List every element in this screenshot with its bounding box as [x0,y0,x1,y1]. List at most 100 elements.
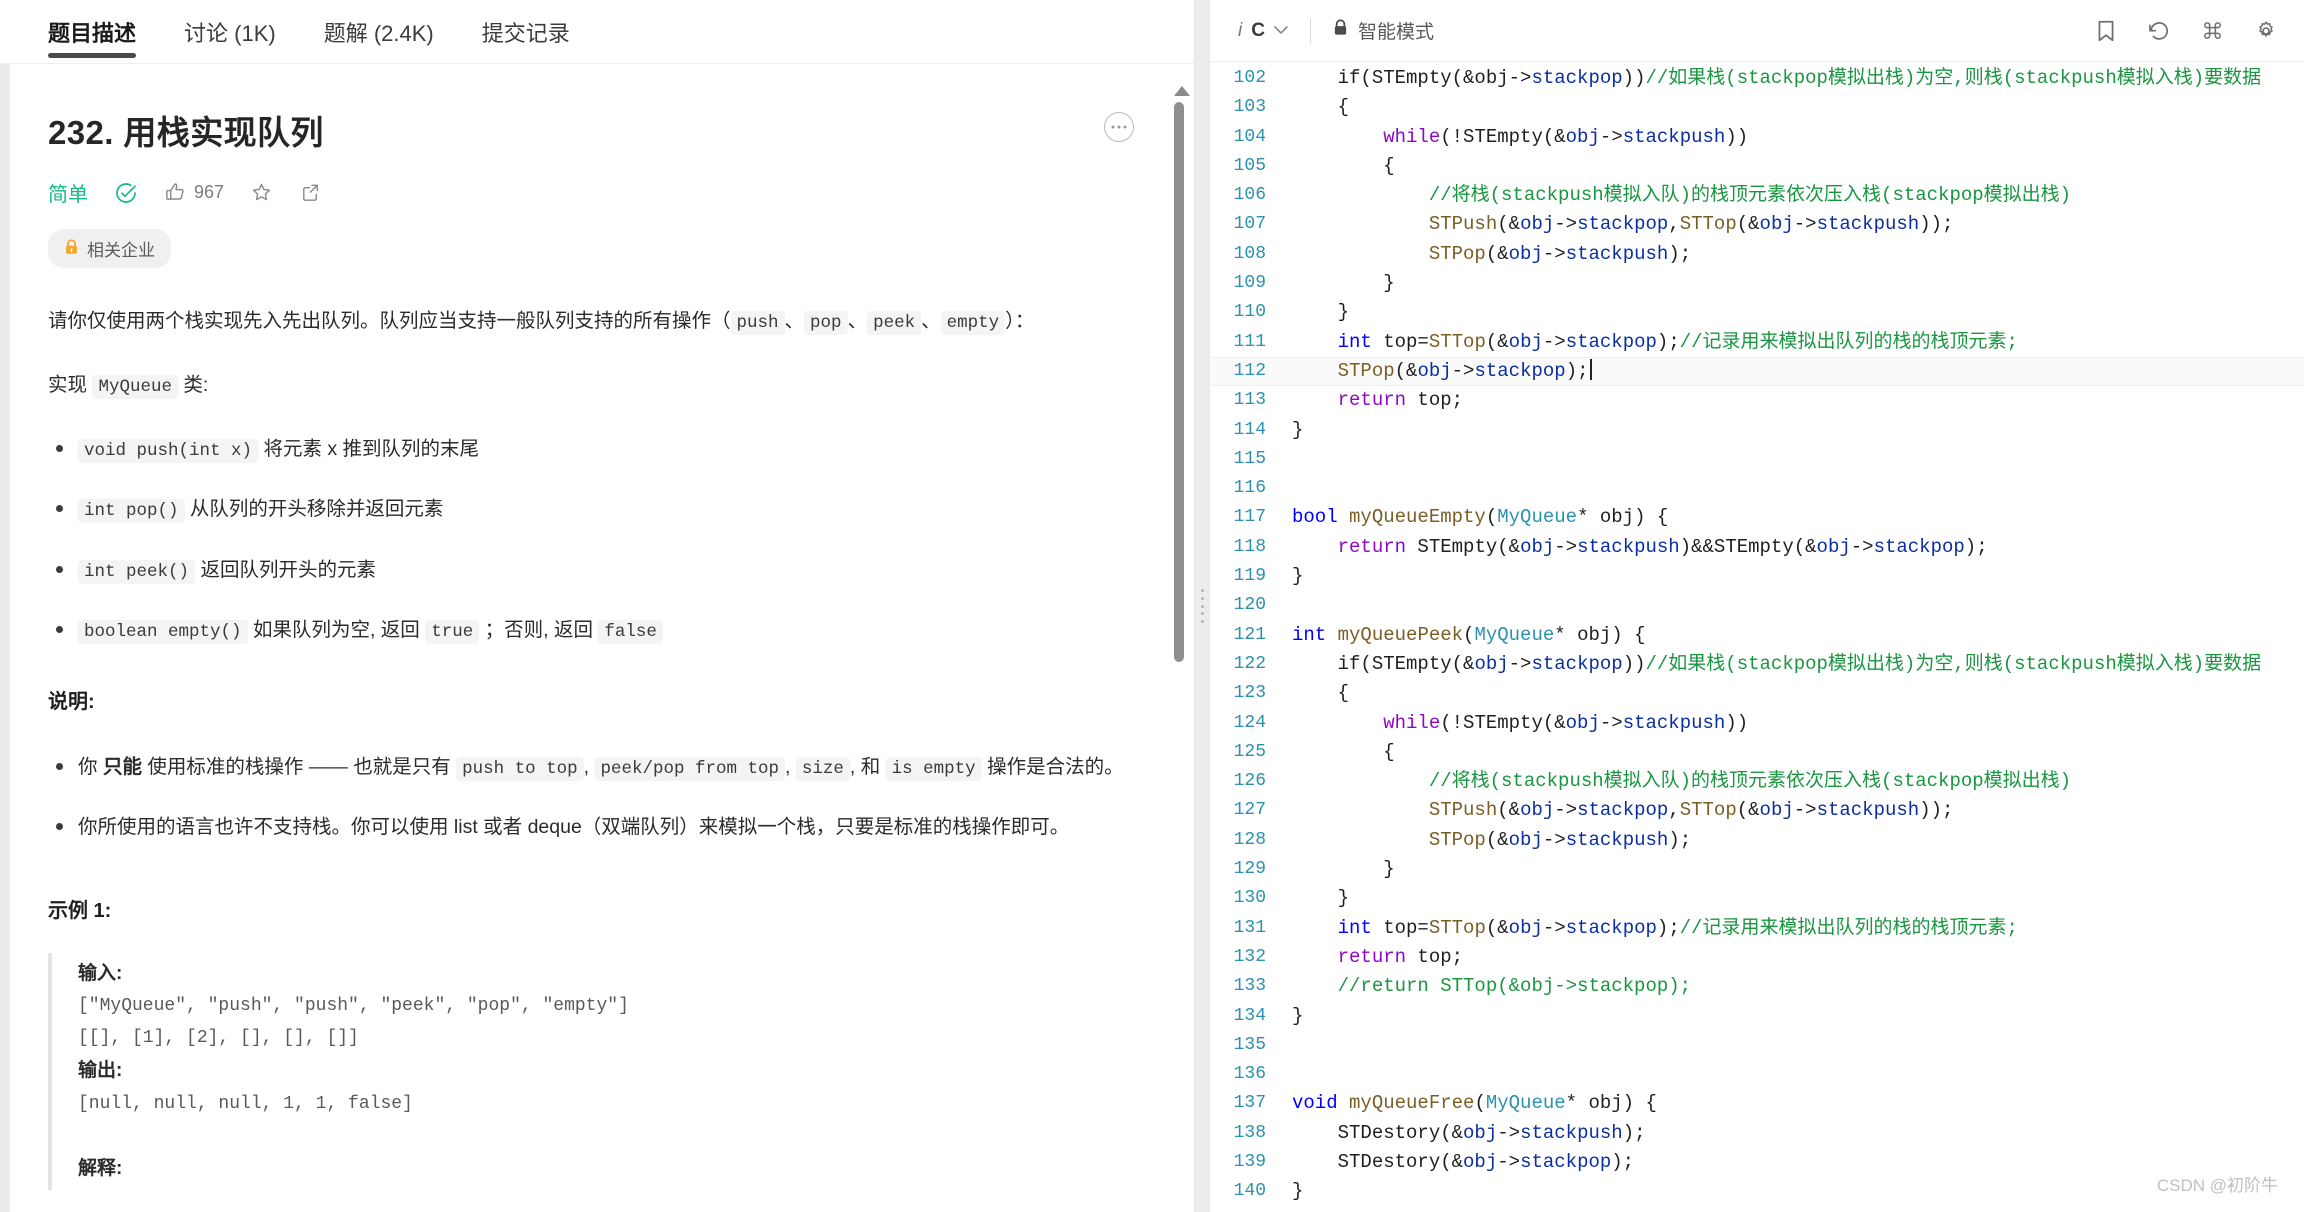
code-line[interactable]: 115 [1210,445,2304,474]
tab-3[interactable]: 提交记录 [482,0,570,64]
line-content[interactable]: int top=STTop(&obj->stackpop);//记录用来模拟出队… [1266,328,2018,357]
line-content[interactable]: void myQueueFree(MyQueue* obj) { [1266,1089,1657,1118]
code-line[interactable]: 116 [1210,474,2304,503]
line-content[interactable]: while(!STEmpty(&obj->stackpush)) [1266,709,1748,738]
line-content[interactable]: { [1266,93,1349,122]
line-content[interactable]: } [1266,269,1394,298]
line-content[interactable]: while(!STEmpty(&obj->stackpush)) [1266,123,1748,152]
code-token: ( [1463,623,1475,646]
solved-check-button[interactable] [114,181,138,205]
code-line[interactable]: 122 if(STEmpty(&obj->stackpop))//如果栈(sta… [1210,650,2304,679]
code-line[interactable]: 129 } [1210,855,2304,884]
line-content[interactable]: STPop(&obj->stackpop); [1266,357,1592,386]
code-line[interactable]: 111 int top=STTop(&obj->stackpop);//记录用来… [1210,328,2304,357]
scroll-thumb[interactable] [1174,102,1184,662]
code-line[interactable]: 138 STDestory(&obj->stackpush); [1210,1119,2304,1148]
tab-1[interactable]: 讨论 (1K) [184,0,276,64]
more-options-button[interactable] [1104,112,1134,142]
code-line[interactable]: 132 return top; [1210,943,2304,972]
line-content[interactable]: if(STEmpty(&obj->stackpop))//如果栈(stackpo… [1266,64,2262,93]
line-content[interactable]: STDestory(&obj->stackpop); [1266,1148,1635,1177]
code-line[interactable]: 105 { [1210,152,2304,181]
code-line[interactable]: 106 //将栈(stackpush模拟入队)的栈顶元素依次压入栈(stackp… [1210,181,2304,210]
code-line[interactable]: 103 { [1210,93,2304,122]
line-content[interactable]: STPop(&obj->stackpush); [1266,826,1691,855]
code-line[interactable]: 131 int top=STTop(&obj->stackpop);//记录用来… [1210,914,2304,943]
line-number: 126 [1233,771,1266,792]
line-content[interactable]: bool myQueueEmpty(MyQueue* obj) { [1266,503,1668,532]
line-content[interactable]: STPop(&obj->stackpush); [1266,240,1691,269]
code-line[interactable]: 139 STDestory(&obj->stackpop); [1210,1148,2304,1177]
language-selector[interactable]: i C [1238,20,1288,42]
company-tag[interactable]: 相关企业 [48,229,171,268]
code-area[interactable]: 102 if(STEmpty(&obj->stackpop))//如果栈(sta… [1210,62,2304,1212]
code-line[interactable]: 134} [1210,1002,2304,1031]
line-content[interactable]: STDestory(&obj->stackpush); [1266,1119,1646,1148]
code-line[interactable]: 130 } [1210,884,2304,913]
code-line[interactable]: 135 [1210,1031,2304,1060]
code-line[interactable]: 104 while(!STEmpty(&obj->stackpush)) [1210,123,2304,152]
code-line[interactable]: 124 while(!STEmpty(&obj->stackpush)) [1210,709,2304,738]
line-content[interactable]: { [1266,152,1394,181]
tab-2[interactable]: 题解 (2.4K) [324,0,434,64]
code-line[interactable]: 110 } [1210,298,2304,327]
code-line[interactable]: 107 STPush(&obj->stackpop,STTop(&obj->st… [1210,210,2304,239]
line-content[interactable]: } [1266,855,1394,884]
line-content[interactable]: } [1266,1002,1303,1031]
line-content[interactable]: return STEmpty(&obj->stackpush)&&STEmpty… [1266,533,1988,562]
code-line[interactable]: 109 } [1210,269,2304,298]
code-line[interactable]: 136 [1210,1060,2304,1089]
line-content[interactable]: STPush(&obj->stackpop,STTop(&obj->stackp… [1266,796,1954,825]
line-content[interactable]: } [1266,298,1349,327]
favorite-button[interactable] [250,181,273,204]
line-content[interactable]: return top; [1266,943,1463,972]
code-line[interactable]: 119} [1210,562,2304,591]
line-content[interactable]: { [1266,679,1349,708]
line-content[interactable]: int myQueuePeek(MyQueue* obj) { [1266,621,1646,650]
share-button[interactable] [299,181,322,204]
code-line[interactable]: 127 STPush(&obj->stackpop,STTop(&obj->st… [1210,796,2304,825]
code-line[interactable]: 112 STPop(&obj->stackpop); [1210,356,2304,387]
line-content[interactable]: //将栈(stackpush模拟入队)的栈顶元素依次压入栈(stackpop模拟… [1266,767,2071,796]
line-content[interactable]: if(STEmpty(&obj->stackpop))//如果栈(stackpo… [1266,650,2262,679]
tab-0[interactable]: 题目描述 [48,0,137,64]
command-icon[interactable] [2201,19,2224,42]
scroll-up-arrow-icon[interactable] [1174,86,1190,96]
line-content[interactable]: } [1266,1177,1303,1206]
code-token: stackpop [1565,916,1657,939]
line-content[interactable]: { [1266,738,1394,767]
line-content[interactable]: STPush(&obj->stackpop,STTop(&obj->stackp… [1266,210,1954,239]
code-lines[interactable]: 102 if(STEmpty(&obj->stackpop))//如果栈(sta… [1210,62,2304,1207]
code-line[interactable]: 114} [1210,416,2304,445]
smart-mode-toggle[interactable]: 智能模式 [1333,17,1434,44]
code-line[interactable]: 121 int myQueuePeek(MyQueue* obj) { [1210,621,2304,650]
bookmark-icon[interactable] [2095,19,2117,43]
history-icon[interactable] [2147,19,2171,43]
code-line[interactable]: 108 STPop(&obj->stackpush); [1210,240,2304,269]
code-line[interactable]: 128 STPop(&obj->stackpush); [1210,826,2304,855]
code-line[interactable]: 117 bool myQueueEmpty(MyQueue* obj) { [1210,503,2304,532]
code-line[interactable]: 102 if(STEmpty(&obj->stackpop))//如果栈(sta… [1210,64,2304,93]
settings-icon[interactable] [2254,19,2278,43]
line-content[interactable]: } [1266,884,1349,913]
code-line[interactable]: 113 return top; [1210,386,2304,415]
code-line[interactable]: 118 return STEmpty(&obj->stackpush)&&STE… [1210,533,2304,562]
panel-splitter[interactable] [1195,0,1209,1212]
like-button[interactable]: 967 [164,181,224,204]
code-line[interactable]: 123 { [1210,679,2304,708]
problem-scrollbar[interactable] [1174,86,1190,1146]
line-content[interactable]: } [1266,416,1303,445]
code-line[interactable]: 133 //return STTop(&obj->stackpop); [1210,972,2304,1001]
code-line[interactable]: 137 void myQueueFree(MyQueue* obj) { [1210,1089,2304,1118]
code-line[interactable]: 120 [1210,591,2304,620]
code-line[interactable]: 126 //将栈(stackpush模拟入队)的栈顶元素依次压入栈(stackp… [1210,767,2304,796]
code-line[interactable]: 140} [1210,1177,2304,1206]
line-content[interactable]: //将栈(stackpush模拟入队)的栈顶元素依次压入栈(stackpop模拟… [1266,181,2071,210]
line-content[interactable]: //return STTop(&obj->stackpop); [1266,972,1691,1001]
line-content[interactable]: int top=STTop(&obj->stackpop);//记录用来模拟出队… [1266,914,2018,943]
code-line[interactable]: 125 { [1210,738,2304,767]
line-content[interactable]: return top; [1266,386,1463,415]
method-signature: int peek() [78,559,196,584]
line-content[interactable]: } [1266,562,1303,591]
